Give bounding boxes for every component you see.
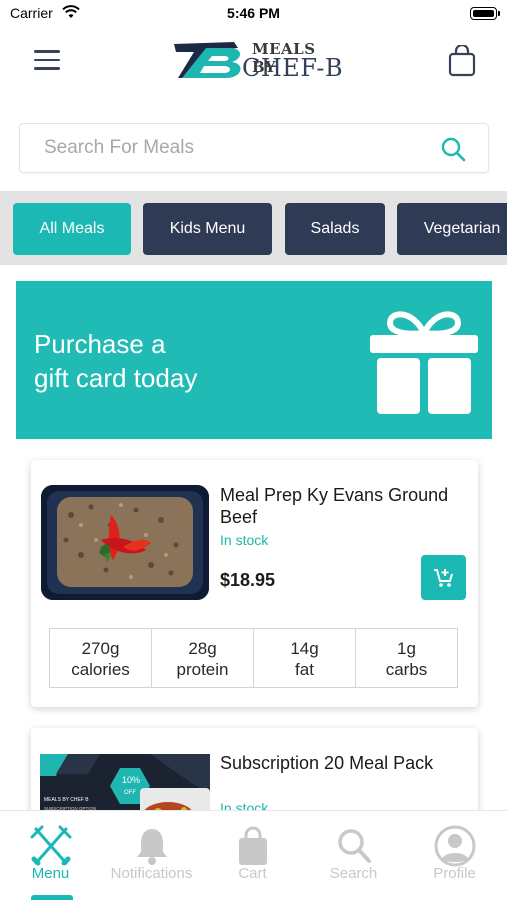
add-to-cart-button[interactable] (421, 555, 466, 600)
macro-label: carbs (385, 660, 428, 679)
tab-menu[interactable]: Menu (0, 811, 101, 900)
gift-icon (370, 311, 478, 414)
macro-label: fat (295, 660, 314, 679)
macro-carbs: 1g carbs (356, 629, 457, 687)
search-icon[interactable] (440, 136, 466, 162)
macro-fat: 14g fat (254, 629, 356, 687)
tab-profile[interactable]: Profile (404, 811, 505, 900)
tab-cart[interactable]: Cart (202, 811, 303, 900)
meal-title[interactable]: Meal Prep Ky Evans Ground Beef (220, 484, 470, 528)
tab-label: Cart (238, 865, 267, 882)
active-tab-indicator (31, 895, 73, 900)
bottom-tab-bar: Menu Notifications Cart Search Profile (0, 810, 507, 900)
clock: 5:46 PM (227, 5, 280, 21)
tab-label: Search (329, 865, 378, 882)
tab-label: Profile (433, 865, 476, 882)
category-filter-bar: All Meals Kids Menu Salads Vegetarian (0, 191, 507, 265)
macro-value: 270g (81, 639, 120, 658)
macro-value: 28g (188, 639, 217, 658)
tab-label: Menu (31, 865, 70, 882)
meal-price: $18.95 (220, 570, 276, 590)
macro-label: calories (71, 660, 130, 679)
tab-search[interactable]: Search (303, 811, 404, 900)
bell-icon (137, 829, 167, 865)
category-salads[interactable]: Salads (285, 203, 385, 255)
discount-badge-label: OFF (124, 790, 136, 796)
gift-card-line1: Purchase a (34, 329, 166, 359)
battery-icon (470, 7, 500, 20)
macro-value: 1g (397, 639, 416, 658)
meal-image (41, 485, 209, 600)
macro-value: 14g (290, 639, 319, 658)
category-kids-menu[interactable]: Kids Menu (143, 203, 272, 255)
tab-notifications[interactable]: Notifications (101, 811, 202, 900)
gift-card-line2: gift card today (34, 363, 198, 393)
search-icon (338, 829, 371, 863)
hamburger-icon[interactable] (34, 50, 60, 70)
status-bar: Carrier 5:46 PM (0, 0, 507, 28)
macro-protein: 28g protein (152, 629, 254, 687)
macro-calories: 270g calories (50, 629, 152, 687)
meal-title[interactable]: Subscription 20 Meal Pack (220, 752, 470, 774)
fork-knife-icon (30, 825, 72, 866)
search-input[interactable] (44, 124, 424, 172)
category-all-meals[interactable]: All Meals (13, 203, 131, 255)
discount-badge-value: 10% (122, 775, 140, 785)
logo-text-bottom: CHEF-B (242, 54, 344, 82)
category-vegetarian[interactable]: Vegetarian (397, 203, 507, 255)
stock-status: In stock (220, 532, 269, 548)
gift-card-banner[interactable]: Purchase a gift card today (16, 281, 492, 439)
shopping-bag-icon[interactable] (447, 45, 477, 77)
tab-label: Notifications (110, 865, 193, 882)
app-logo: MEALS BY CHEF-B (164, 36, 344, 86)
gift-card-text: Purchase a gift card today (34, 327, 294, 395)
add-cart-icon (433, 568, 453, 587)
sub-image-caption-1: MEALS BY CHEF B (44, 797, 89, 803)
user-icon (434, 825, 476, 867)
logo-mark (174, 42, 241, 78)
nutrition-table: 270g calories 28g protein 14g fat 1g car… (49, 628, 458, 688)
app-header: MEALS BY CHEF-B (0, 28, 507, 98)
search-bar (19, 123, 489, 173)
macro-label: protein (176, 660, 229, 679)
bag-icon (239, 826, 267, 865)
meal-card[interactable]: Meal Prep Ky Evans Ground Beef In stock … (31, 460, 478, 707)
